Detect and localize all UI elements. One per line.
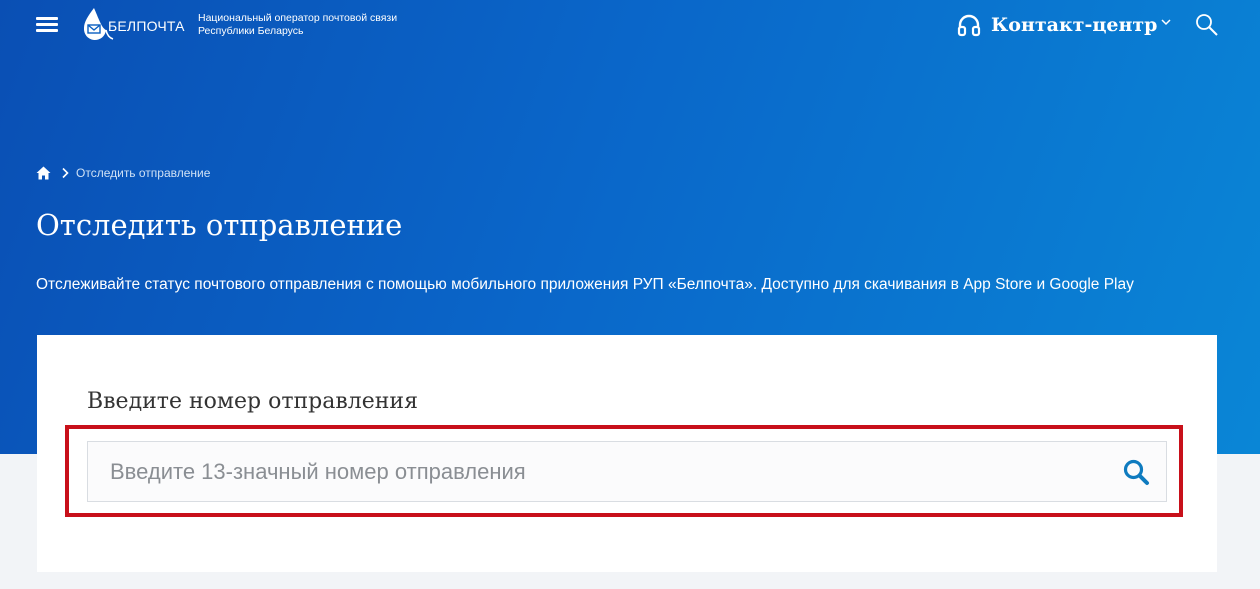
contact-center-menu[interactable]: Контакт-центр [957, 12, 1171, 38]
brand-name: БЕЛПОЧТА [108, 18, 185, 34]
page-subtitle: Отслеживайте статус почтового отправлени… [36, 276, 1134, 293]
chevron-right-icon [62, 167, 69, 179]
top-navigation-bar: БЕЛПОЧТА Национальный оператор почтовой … [0, 0, 1260, 52]
headset-icon [957, 14, 981, 37]
contact-center-label: Контакт-центр [991, 14, 1158, 36]
breadcrumb: Отследить отправление [36, 165, 210, 181]
page-title: Отследить отправление [36, 208, 403, 242]
hamburger-menu-icon[interactable] [36, 14, 58, 34]
brand-tagline: Национальный оператор почтовой связи Рес… [198, 12, 398, 37]
home-icon[interactable] [36, 166, 51, 180]
search-icon[interactable] [1122, 458, 1150, 486]
tracking-input-group [87, 441, 1167, 502]
tracking-number-input[interactable] [88, 442, 1088, 501]
search-icon[interactable] [1195, 13, 1219, 37]
tracking-card: Введите номер отправления [37, 335, 1217, 572]
chevron-down-icon [1161, 19, 1171, 26]
tracking-heading: Введите номер отправления [87, 389, 418, 414]
breadcrumb-current: Отследить отправление [76, 166, 211, 180]
